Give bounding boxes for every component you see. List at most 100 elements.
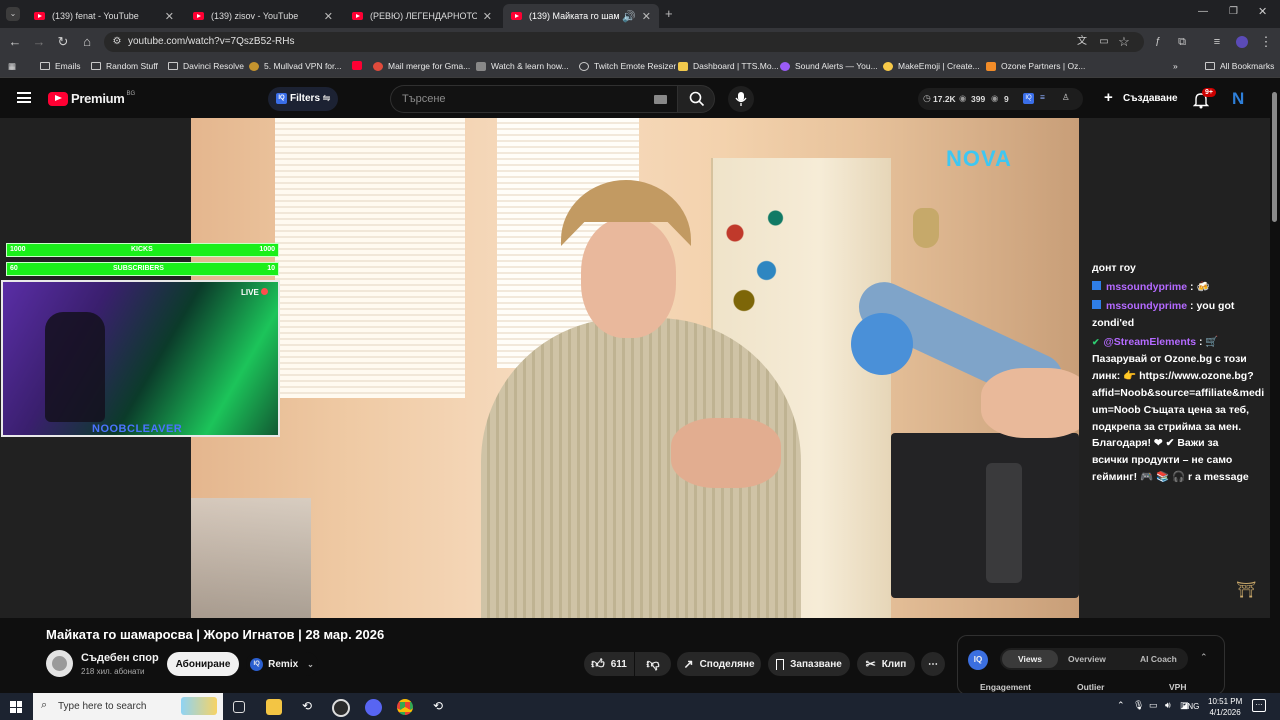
tab-3[interactable]: (РЕВЮ) ЛЕГЕНДАРНОТО LIL PI ✕: [344, 4, 500, 28]
bookmark-ozone[interactable]: Ozone Partners | Oz...: [986, 61, 1085, 71]
tab-2[interactable]: (139) zisov - YouTube ✕: [185, 4, 341, 28]
obs-icon[interactable]: [332, 699, 350, 717]
scrollbar-thumb[interactable]: [1272, 92, 1277, 222]
col-vph: VPH: [1169, 682, 1187, 692]
tab-4-active[interactable]: (139) Майката го шамарс🔊 ✕: [503, 4, 659, 28]
windows-start-icon[interactable]: [10, 701, 22, 713]
globe-icon: [579, 61, 589, 71]
url-text[interactable]: youtube.com/watch?v=7QszB52-RHs: [128, 36, 294, 47]
tab-overview[interactable]: Overview: [1068, 654, 1106, 664]
profile-icon[interactable]: [1234, 34, 1250, 50]
share-button[interactable]: ↗ Споделяне: [677, 652, 761, 676]
bookmark-makeemoji[interactable]: MakeEmoji | Create...: [883, 61, 980, 71]
keyboard-icon[interactable]: [654, 95, 667, 104]
clock[interactable]: 10:51 PM 4/1/2026: [1208, 696, 1242, 718]
bookmark-mail-merge[interactable]: Mail merge for Gma...: [373, 61, 470, 71]
bookmark-davinci[interactable]: Davinci Resolve: [168, 61, 244, 71]
create-button[interactable]: + Създаване: [1099, 88, 1179, 110]
save-button[interactable]: Запазване: [768, 652, 850, 676]
search-button[interactable]: [677, 85, 715, 113]
close-icon[interactable]: ✕: [165, 10, 174, 23]
bookmark-youtube[interactable]: [352, 61, 367, 70]
bookmark-sound-alerts[interactable]: Sound Alerts — You...: [780, 61, 878, 71]
notifications-tray-icon[interactable]: ⋯: [1252, 699, 1266, 712]
discord-icon[interactable]: [365, 699, 382, 716]
home-icon[interactable]: ⌂: [79, 34, 95, 50]
chat-line: всички продукти – не само: [1092, 452, 1232, 469]
filters-button[interactable]: IQ Filters ⇋: [268, 87, 338, 111]
back-icon[interactable]: ←: [7, 34, 23, 50]
stats-pill[interactable]: ◷ 17.2K ◉ 399 ◉ 9 IQ ≡ ♙: [918, 88, 1083, 110]
chrome-icon[interactable]: [397, 699, 413, 715]
tab-ai-coach[interactable]: AI Coach: [1140, 654, 1177, 664]
volume-icon[interactable]: 🔊︎: [1165, 700, 1171, 711]
tray-chevron-icon[interactable]: ⌃: [1117, 700, 1125, 711]
video-frame[interactable]: [191, 118, 1079, 618]
bookmark-star-icon[interactable]: ☆: [1116, 34, 1132, 50]
translate-icon[interactable]: 文: [1074, 34, 1090, 50]
reload-icon[interactable]: ↻: [55, 34, 71, 50]
bookmark-tts-dashboard[interactable]: Dashboard | TTS.Mo...: [678, 61, 779, 71]
close-window-button[interactable]: ✕: [1258, 5, 1267, 18]
file-explorer-icon[interactable]: [266, 699, 282, 715]
minimize-button[interactable]: —: [1198, 6, 1208, 17]
more-actions-button[interactable]: ⋯: [921, 652, 945, 676]
bookmark-label: Sound Alerts — You...: [795, 61, 878, 71]
close-icon[interactable]: ✕: [483, 10, 492, 23]
hamburger-menu-icon[interactable]: [17, 92, 31, 103]
forward-icon[interactable]: →: [31, 34, 47, 50]
bookmark-mullvad[interactable]: 5. Mullvad VPN for...: [249, 61, 341, 71]
interviewer-hand: [981, 368, 1079, 438]
iq-badge[interactable]: IQ: [968, 650, 988, 670]
subscribe-button[interactable]: Абониране: [167, 652, 239, 676]
bookmark-twitch-emote[interactable]: Twitch Emote Resizer: [579, 61, 676, 71]
all-bookmarks[interactable]: All Bookmarks: [1205, 61, 1274, 71]
close-icon[interactable]: ✕: [324, 10, 333, 23]
kicks-right: 1000: [259, 246, 275, 253]
menu-icon[interactable]: ⋮: [1258, 34, 1274, 50]
new-tab-button[interactable]: +: [665, 6, 673, 21]
tab-views[interactable]: Views: [1002, 650, 1058, 668]
close-icon[interactable]: ✕: [642, 10, 651, 23]
chat-text: всички продукти – не само: [1092, 454, 1233, 466]
taskbar-search[interactable]: ⌕ Type here to search: [33, 693, 223, 720]
more-icon: ⋯: [928, 658, 938, 670]
iq-icon[interactable]: IQ: [1023, 93, 1034, 104]
youtube-logo[interactable]: Premium BG: [48, 91, 135, 106]
list-icon[interactable]: ≡: [1040, 92, 1045, 102]
app-icon[interactable]: ⟲: [430, 699, 446, 715]
account-avatar[interactable]: N: [1232, 90, 1250, 108]
bookmark-random-stuff[interactable]: Random Stuff: [91, 61, 158, 71]
clip-button[interactable]: ✂ Клип: [857, 652, 915, 676]
speaker-icon[interactable]: 🔊: [622, 10, 636, 23]
extensions-icon[interactable]: ⧉: [1174, 34, 1190, 50]
mic-tray-icon[interactable]: 🎙︎: [1133, 700, 1144, 711]
tab-1[interactable]: (139) fenat - YouTube ✕: [26, 4, 182, 28]
dislike-button[interactable]: 👎︎: [635, 652, 671, 676]
stove: [191, 498, 311, 618]
app-icon[interactable]: ⟲: [299, 699, 315, 715]
bookmark-watch-learn[interactable]: Watch & learn how...: [476, 61, 569, 71]
network-icon[interactable]: ▭: [1149, 700, 1158, 711]
channel-name[interactable]: Съдебен спор: [81, 652, 159, 664]
reading-list-icon[interactable]: ≡: [1209, 34, 1225, 50]
fx-icon[interactable]: ƒ: [1150, 34, 1166, 50]
language-indicator[interactable]: ENG: [1182, 702, 1199, 711]
site-info-icon[interactable]: ⚙: [109, 34, 125, 50]
channel-avatar[interactable]: [46, 650, 73, 677]
chevron-up-icon[interactable]: ⌃: [1200, 652, 1208, 663]
apps-icon[interactable]: ▦: [8, 61, 16, 72]
maximize-button[interactable]: ❐: [1229, 6, 1238, 17]
remix-button[interactable]: IQ Remix ⌄: [246, 652, 318, 676]
bookmark-emails[interactable]: Emails: [40, 61, 81, 71]
tab-search-icon[interactable]: ⌄: [6, 7, 20, 21]
cast-icon[interactable]: ▭: [1096, 34, 1112, 50]
like-button[interactable]: 👍︎ 611: [584, 652, 634, 676]
bookmarks-overflow-icon[interactable]: »: [1173, 61, 1178, 71]
search-input[interactable]: Търсене: [390, 85, 677, 113]
tab-title: (139) Майката го шамарс: [529, 11, 620, 21]
notifications-button[interactable]: 9+: [1192, 88, 1216, 110]
rocket-icon[interactable]: ♙: [1062, 92, 1070, 103]
voice-search-button[interactable]: [728, 86, 754, 112]
task-view-icon[interactable]: [233, 701, 245, 713]
